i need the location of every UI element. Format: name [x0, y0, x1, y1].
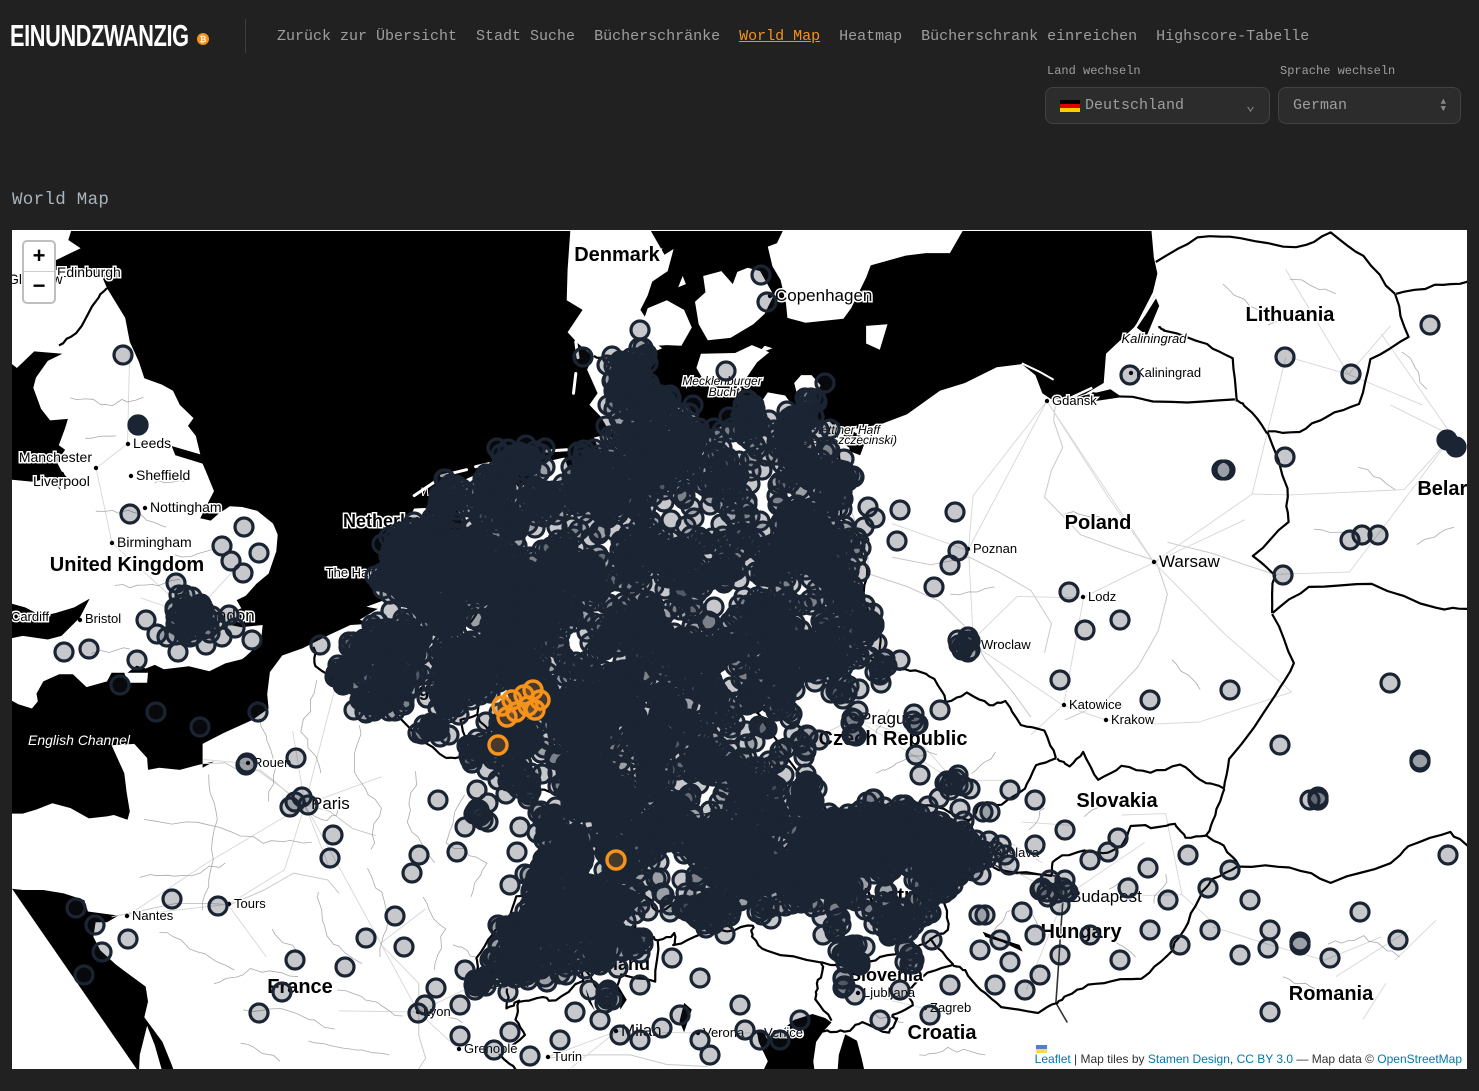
svg-text:Bristol: Bristol: [85, 611, 121, 626]
svg-text:Belarus: Belarus: [1417, 478, 1467, 500]
svg-text:Edinburgh: Edinburgh: [57, 264, 121, 280]
svg-text:Turin: Turin: [553, 1049, 582, 1064]
svg-text:Krakow: Krakow: [1111, 712, 1155, 727]
svg-text:Birmingham: Birmingham: [117, 534, 192, 550]
svg-text:Croatia: Croatia: [908, 1022, 978, 1044]
svg-text:Poland: Poland: [1065, 512, 1132, 534]
svg-text:Nantes: Nantes: [132, 908, 174, 923]
svg-text:Poznan: Poznan: [973, 541, 1017, 556]
svg-text:Gdansk: Gdansk: [1052, 393, 1097, 408]
svg-text:Kaliningrad: Kaliningrad: [1121, 331, 1187, 346]
svg-text:Romania: Romania: [1289, 983, 1374, 1005]
svg-text:Katowice: Katowice: [1069, 697, 1122, 712]
svg-text:Bucht: Bucht: [709, 385, 740, 399]
svg-text:Czech Republic: Czech Republic: [819, 728, 968, 750]
svg-text:Tours: Tours: [234, 896, 266, 911]
svg-text:Lodz: Lodz: [1088, 589, 1116, 604]
svg-text:Manchester: Manchester: [19, 449, 92, 465]
svg-text:Warsaw: Warsaw: [1159, 552, 1220, 571]
svg-text:Cardiff: Cardiff: [12, 609, 49, 624]
svg-text:Bay of Biscay: Bay of Biscay: [12, 1016, 45, 1032]
svg-text:Lithuania: Lithuania: [1246, 304, 1336, 326]
svg-text:English Channel: English Channel: [28, 732, 131, 748]
svg-text:Nottingham: Nottingham: [150, 499, 222, 515]
svg-text:Copenhagen: Copenhagen: [775, 286, 872, 305]
svg-text:Denmark: Denmark: [574, 244, 660, 266]
svg-text:Liverpool: Liverpool: [33, 473, 90, 489]
svg-text:Slovakia: Slovakia: [1076, 790, 1158, 812]
svg-text:United Kingdom: United Kingdom: [50, 554, 204, 576]
svg-text:Sheffield: Sheffield: [136, 467, 190, 483]
svg-text:Wroclaw: Wroclaw: [981, 637, 1031, 652]
svg-text:Leeds: Leeds: [133, 435, 171, 451]
svg-text:Kaliningrad: Kaliningrad: [1136, 365, 1201, 380]
